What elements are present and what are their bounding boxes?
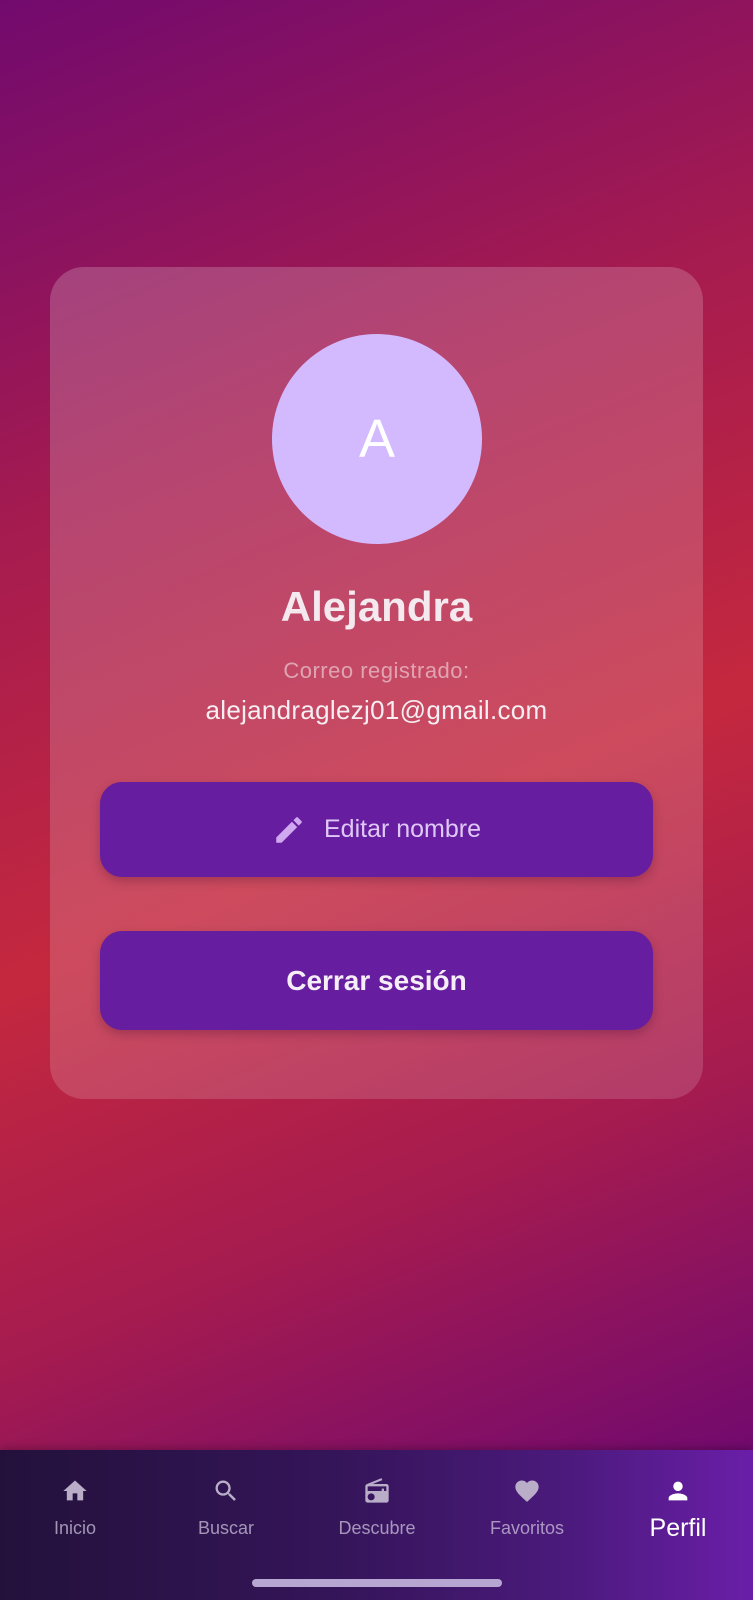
search-icon <box>211 1476 241 1506</box>
email-label: Correo registrado: <box>283 658 470 683</box>
pencil-icon <box>272 813 306 847</box>
home-indicator[interactable] <box>252 1579 502 1587</box>
edit-name-label: Editar nombre <box>323 815 482 843</box>
nav-item-buscar[interactable]: Buscar <box>151 1476 301 1539</box>
nav-label: Buscar <box>197 1518 255 1538</box>
nav-label: Favoritos <box>489 1518 565 1538</box>
heart-icon <box>512 1476 542 1506</box>
radio-icon <box>362 1476 392 1506</box>
avatar-initial: A <box>358 409 396 469</box>
nav-item-descubre[interactable]: Descubre <box>302 1476 452 1539</box>
nav-label: Perfil <box>649 1514 707 1542</box>
profile-card: A Alejandra Correo registrado: alejandra… <box>50 267 703 1099</box>
bottom-navigation: Inicio Buscar Descubre Favoritos Perfil <box>0 1450 753 1600</box>
person-icon <box>663 1476 693 1506</box>
nav-item-inicio[interactable]: Inicio <box>0 1476 150 1539</box>
avatar: A <box>272 334 482 544</box>
logout-label: Cerrar sesión <box>286 964 467 996</box>
email-value: alejandraglezj01@gmail.com <box>205 695 548 725</box>
nav-item-favoritos[interactable]: Favoritos <box>452 1476 602 1539</box>
nav-item-perfil[interactable]: Perfil <box>603 1476 753 1543</box>
home-icon <box>60 1476 90 1506</box>
logout-button[interactable]: Cerrar sesión <box>100 931 653 1030</box>
user-name: Alejandra <box>280 583 473 630</box>
edit-name-button[interactable]: Editar nombre <box>100 782 653 877</box>
nav-label: Inicio <box>53 1518 97 1538</box>
nav-label: Descubre <box>338 1518 416 1538</box>
